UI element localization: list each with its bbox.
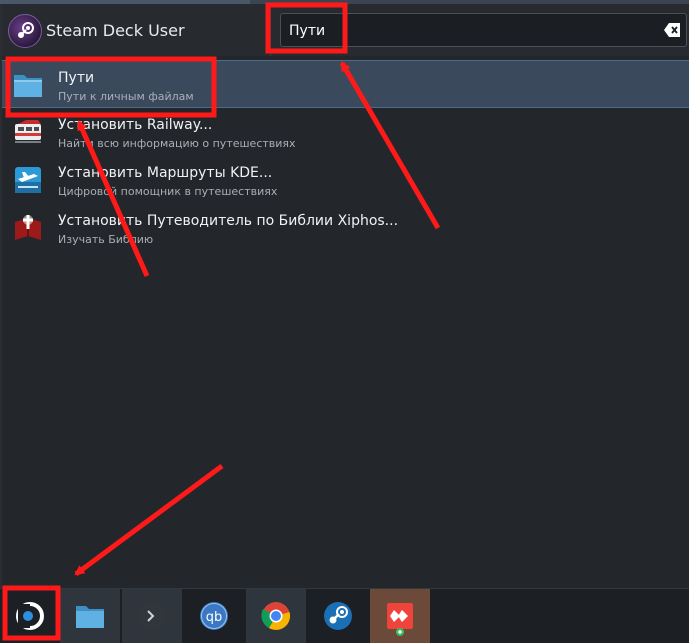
result-subtitle: Цифровой помощник в путешествиях [58,185,278,198]
search-input[interactable]: Пути [280,13,687,47]
steam-icon [324,602,352,630]
taskbar-anydesk[interactable] [370,589,430,643]
user-name: Steam Deck User [46,21,185,40]
result-item-xiphos[interactable]: Установить Путеводитель по Библии Xiphos… [2,204,689,252]
bible-icon [15,215,41,240]
taskbar: qb [0,588,689,643]
user-avatar[interactable] [8,14,42,48]
search-input-value: Пути [289,23,326,39]
result-title: Пути [58,70,95,86]
qbittorrent-icon: qb [200,602,228,630]
file-manager-icon [76,606,104,628]
result-title: Установить Маршруты KDE... [58,165,273,181]
taskbar-qbittorrent[interactable]: qb [184,589,244,643]
folder-icon [14,75,42,97]
steam-logo-icon [18,22,34,38]
result-item-railway[interactable]: Установить Railway... Найти всю информац… [2,108,689,156]
launcher-header: Steam Deck User Пути [2,4,689,56]
result-item-paths[interactable]: Пути Пути к личным файлам [2,60,689,108]
qbittorrent-label: qb [206,610,223,625]
result-title: Установить Путеводитель по Библии Xiphos… [58,213,399,229]
app-launcher-icon [16,602,44,630]
result-subtitle: Пути к личным файлам [58,90,194,103]
taskbar-chrome[interactable] [246,589,306,643]
anydesk-icon [387,603,413,636]
chrome-icon [261,602,291,630]
taskbar-steam[interactable] [308,589,368,643]
railway-icon [15,120,41,143]
application-launcher: Steam Deck User Пути Пути Пути к личным … [2,4,689,588]
itinerary-icon [15,167,41,193]
header-divider [270,4,271,56]
result-subtitle: Изучать Библию [58,233,154,246]
terminal-icon [139,604,165,628]
taskbar-app-launcher[interactable] [0,589,60,643]
taskbar-file-manager[interactable] [60,589,120,643]
result-item-kde-itinerary[interactable]: Установить Маршруты KDE... Цифровой помо… [2,156,689,204]
result-title: Установить Railway... [58,117,213,133]
search-results-list: Пути Пути к личным файлам Установить Rai… [2,60,689,252]
result-subtitle: Найти всю информацию о путешествиях [58,137,296,150]
clear-search-icon[interactable] [664,23,680,37]
taskbar-terminal[interactable] [122,589,182,643]
